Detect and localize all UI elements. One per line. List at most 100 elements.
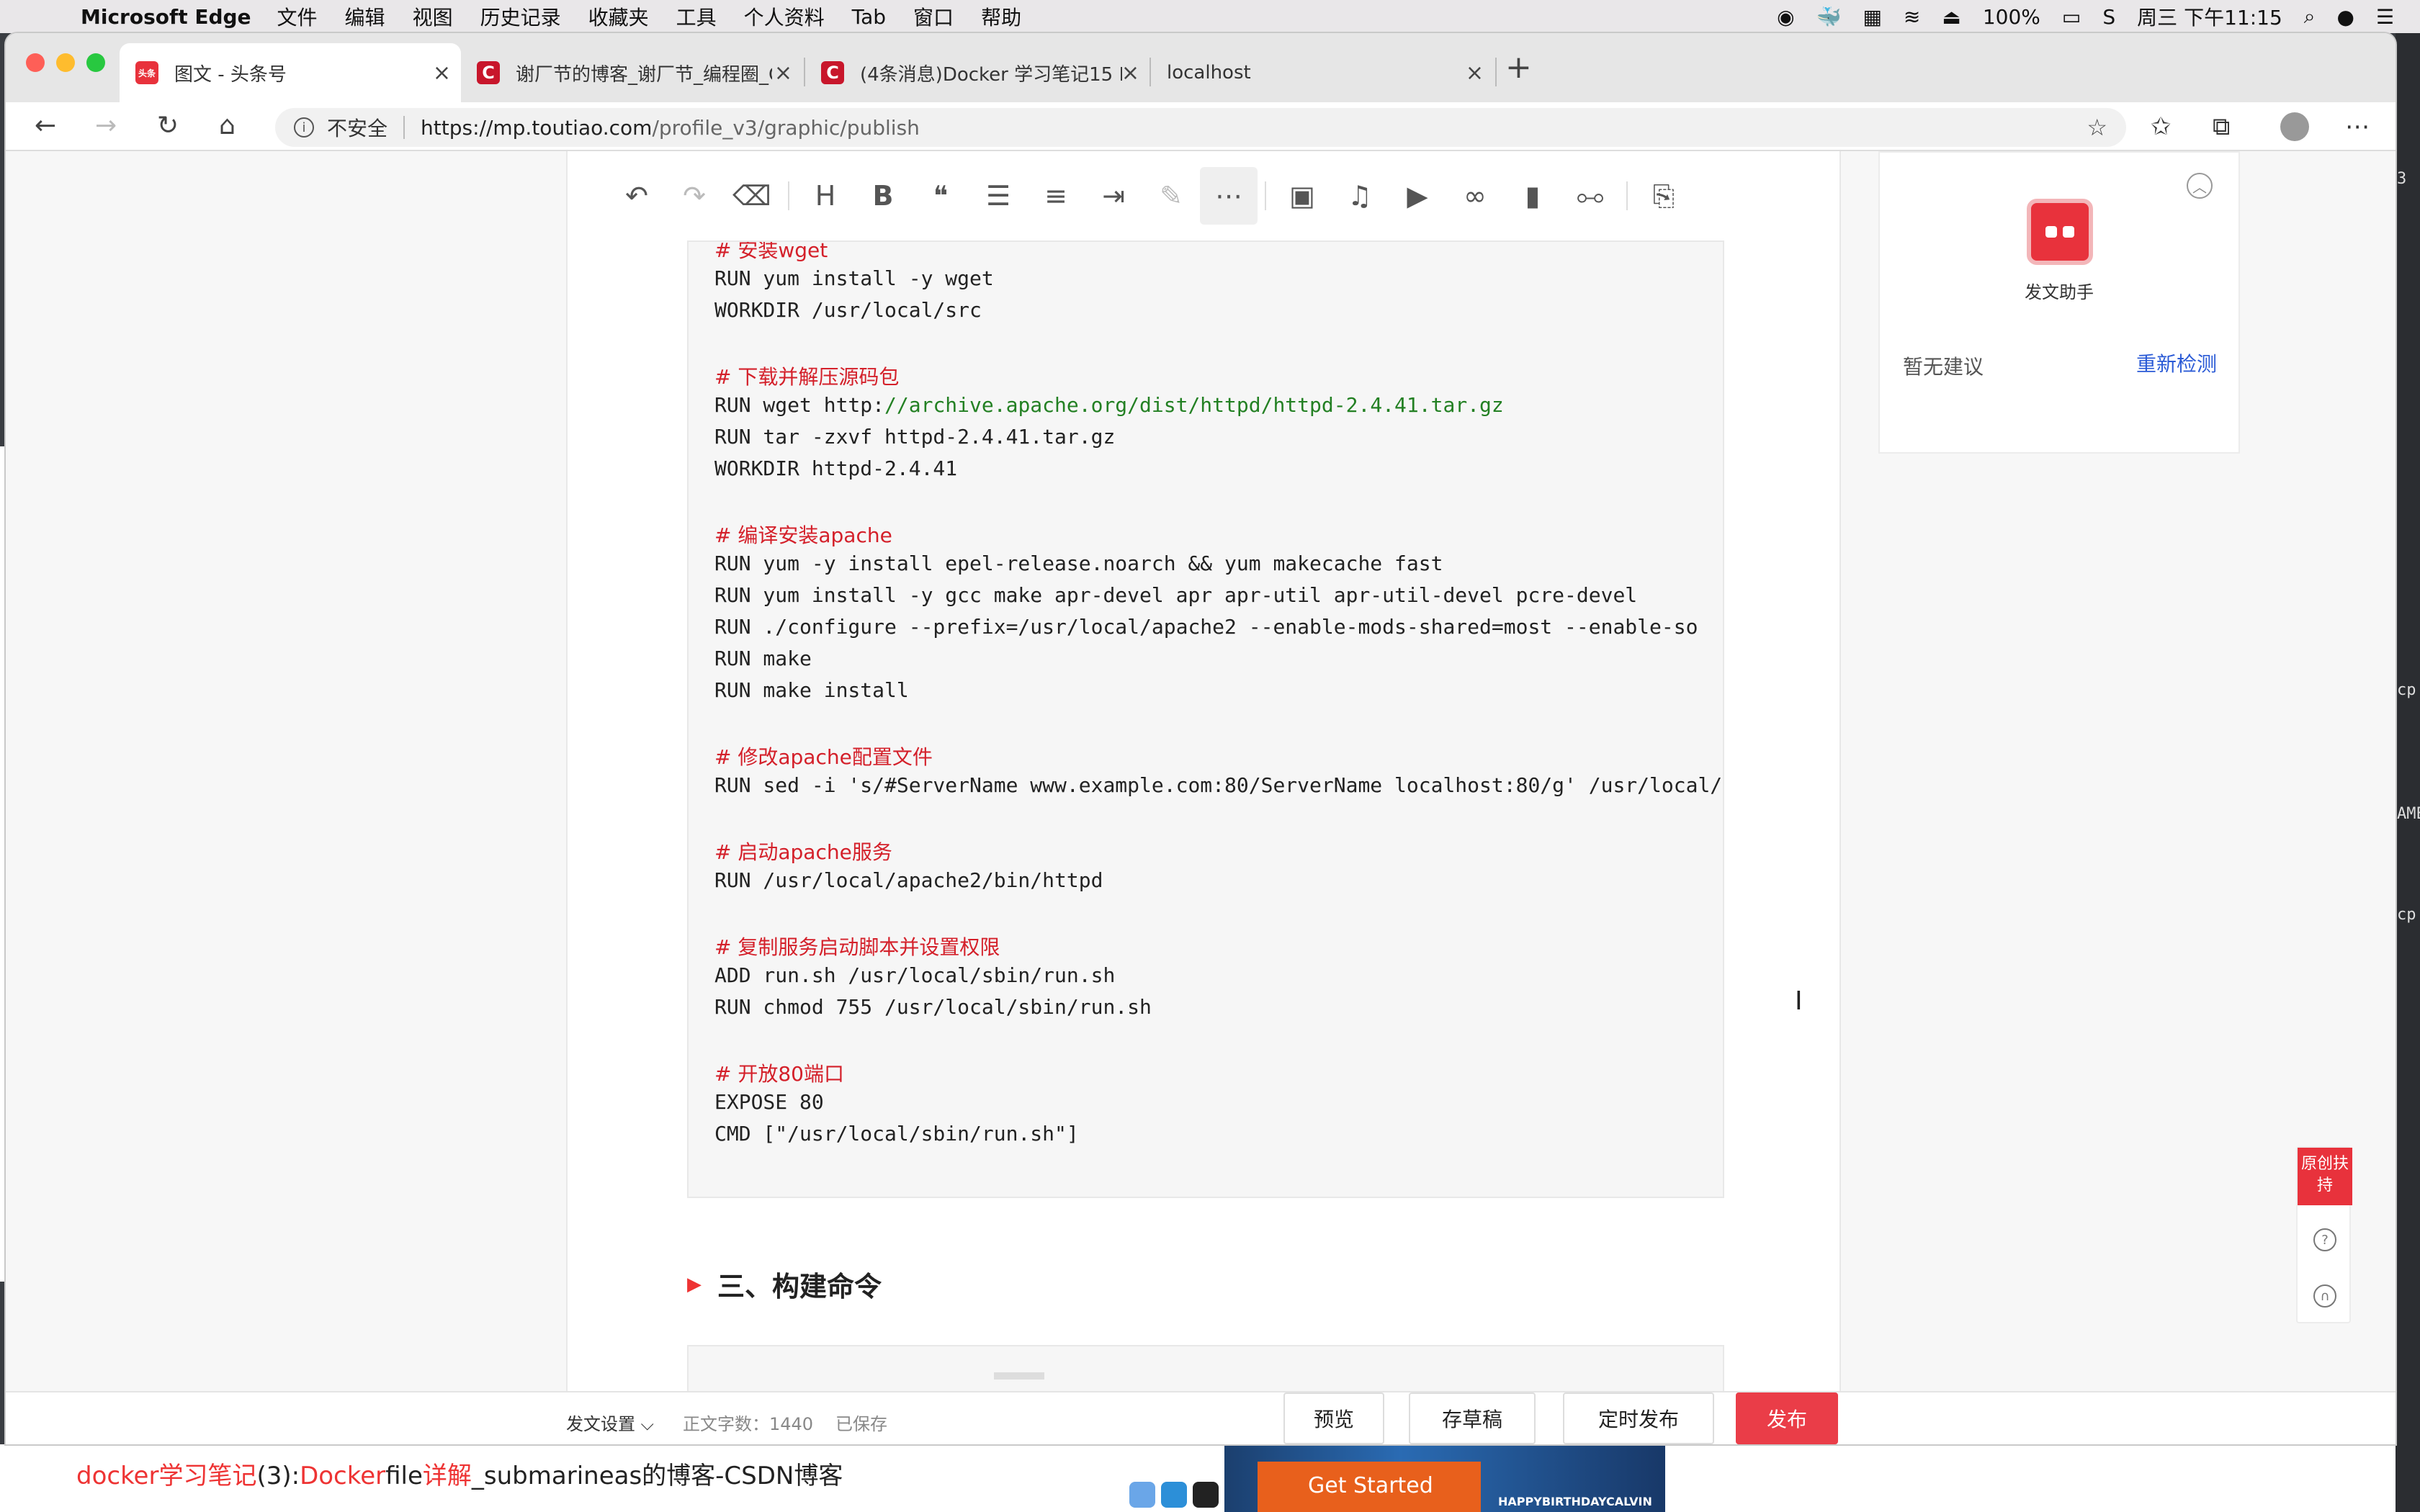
keyboard-icon[interactable]: ▦ [1863,5,1881,29]
menubar-item-help[interactable]: 帮助 [981,2,1021,31]
record-icon[interactable]: ◉ [1777,5,1794,29]
original-support-button[interactable]: 原创扶持 [2298,1148,2352,1205]
docker-icon[interactable]: 🐳 [1816,5,1842,29]
menubar-app-name[interactable]: Microsoft Edge [81,5,251,29]
menubar-item-profile[interactable]: 个人资料 [744,2,825,31]
control-center-icon[interactable]: ☰ [2376,5,2394,29]
heading-icon[interactable]: H [797,167,854,225]
customer-service-icon[interactable]: ∩ [2313,1284,2336,1308]
publish-button[interactable]: 发布 [1736,1392,1838,1444]
code-line: WORKDIR httpd-2.4.41 [714,456,958,480]
window-controls [26,53,105,72]
chart-icon[interactable]: ▮ [1504,167,1561,225]
forward-icon[interactable]: → [95,111,117,140]
next-code-block[interactable] [687,1345,1724,1391]
menubar-item-edit[interactable]: 编辑 [345,2,385,31]
more-format-icon[interactable]: ⋯ [1200,167,1258,225]
schedule-publish-button[interactable]: 定时发布 [1563,1392,1714,1444]
code-comment-line: # 修改apache配置文件 [714,745,933,769]
save-draft-button[interactable]: 存草稿 [1409,1392,1536,1444]
floating-side-tools: 原创扶持 ? ∩ [2296,1146,2352,1323]
refresh-icon[interactable]: ↻ [157,111,179,140]
indent-icon[interactable]: ⇥ [1085,167,1142,225]
tab-csdn-docker[interactable]: C (4条消息)Docker 学习笔记15 D × [805,43,1150,102]
tab-label: (4条消息)Docker 学习笔记15 D [860,63,1122,86]
eject-icon[interactable]: ⏏ [1942,5,1960,29]
macos-menubar: Microsoft Edge 文件 编辑 视图 历史记录 收藏夹 工具 个人资料… [0,0,2420,33]
banner-text: HAPPYBIRTHDAYCALVIN [1498,1495,1652,1508]
menubar-item-window[interactable]: 窗口 [913,2,954,31]
close-tab-icon[interactable]: × [1121,60,1139,86]
tab-label: 谢厂节的博客_谢厂节_编程圈_C [516,63,772,86]
music-icon[interactable]: ♫ [1331,167,1389,225]
edge-icon[interactable] [1161,1482,1187,1508]
home-icon[interactable]: ⌂ [219,111,236,140]
minimize-window-button[interactable] [56,53,75,72]
spotlight-search-icon[interactable]: ⌕ [2304,4,2316,29]
bg-result-title[interactable]: docker学习笔记(3):Dockerfile详解_submarineas的博… [76,1456,843,1491]
help-icon[interactable]: ? [2313,1228,2336,1251]
battery-icon[interactable]: ▭ [2062,5,2081,29]
code-line: RUN yum install -y wget [714,266,994,290]
numbered-list-icon[interactable]: ≡ [1027,167,1085,225]
tab-toutiao[interactable]: 头条 图文 - 头条号 × [120,43,461,102]
close-tab-icon[interactable]: × [1466,60,1484,86]
favorites-list-icon[interactable]: ✩ [2151,112,2172,141]
siri-icon[interactable]: ● [2336,5,2354,29]
battery-percent: 100% [1982,4,2040,29]
code-comment-line: # 开放80端口 [714,1062,844,1086]
highlight-icon[interactable]: ✎ [1142,167,1200,225]
s-app-icon[interactable]: S [2102,5,2115,29]
terminal-icon[interactable] [1193,1482,1219,1508]
site-info-icon[interactable]: i [294,117,314,138]
back-icon[interactable]: ← [35,111,56,140]
bold-icon[interactable]: B [854,167,912,225]
eraser-icon[interactable]: ⌫ [723,167,781,225]
new-tab-icon[interactable]: + [1505,49,1532,86]
drag-handle[interactable] [994,1372,1044,1380]
url-text[interactable]: https://mp.toutiao.com/profile_v3/graphi… [421,116,920,140]
close-window-button[interactable] [26,53,45,72]
tab-strip: 头条 图文 - 头条号 × C 谢厂节的博客_谢厂节_编程圈_C × C (4条… [6,33,2396,183]
collections-icon[interactable]: ⧉ [2213,112,2230,141]
menubar-item-file[interactable]: 文件 [277,2,318,31]
redo-icon[interactable]: ↷ [666,167,723,225]
quote-icon[interactable]: ❝ [912,167,969,225]
toutiao-favicon-icon: 头条 [135,61,158,84]
toolbar-divider [788,181,789,210]
post-settings-dropdown[interactable]: 发文设置 ⌵ [566,1410,654,1435]
image-icon[interactable]: ▣ [1273,167,1331,225]
undo-icon[interactable]: ↶ [608,167,666,225]
menubar-item-history[interactable]: 历史记录 [480,2,561,31]
section-heading-text: 三、构建命令 [717,1271,882,1302]
profile-avatar[interactable] [2280,112,2309,141]
embed-link-icon[interactable]: ⧟ [1561,167,1619,225]
wifi-icon[interactable]: ≋ [1904,5,1920,29]
link-icon[interactable]: ∞ [1446,167,1504,225]
tab-localhost[interactable]: localhost × [1151,43,1494,183]
tab-csdn-blog[interactable]: C 谢厂节的博客_谢厂节_编程圈_C × [461,43,802,102]
menubar-clock[interactable]: 周三 下午11:15 [2137,2,2282,31]
preview-button[interactable]: 预览 [1283,1392,1384,1444]
menubar-item-tab[interactable]: Tab [852,5,886,29]
menubar-item-view[interactable]: 视图 [413,2,453,31]
recheck-link[interactable]: 重新检测 [2136,348,2217,377]
video-icon[interactable]: ▶ [1389,167,1446,225]
finder-icon[interactable] [1129,1482,1155,1508]
insecure-label[interactable]: 不安全 [327,113,387,142]
code-block[interactable]: # 安装wget RUN yum install -y wget WORKDIR /… [687,240,1724,1198]
import-icon[interactable]: ⎘ [1635,167,1693,225]
favorite-star-icon[interactable]: ☆ [2087,114,2107,141]
menubar-item-favorites[interactable]: 收藏夹 [588,2,649,31]
bullet-list-icon[interactable]: ☰ [969,167,1027,225]
section-heading[interactable]: ▶ 三、构建命令 [687,1264,882,1304]
text-cursor-icon: I [1795,986,1803,1016]
get-started-button[interactable]: Get Started [1258,1462,1481,1512]
close-tab-icon[interactable]: × [774,60,792,86]
more-menu-icon[interactable]: ⋯ [2345,112,2370,141]
close-tab-icon[interactable]: × [433,60,451,86]
menubar-item-tools[interactable]: 工具 [676,2,717,31]
collapse-up-icon[interactable]: ︿ [2187,173,2213,199]
zoom-window-button[interactable] [86,53,105,72]
address-bar[interactable]: i 不安全 https://mp.toutiao.com/profile_v3/… [275,108,2126,147]
